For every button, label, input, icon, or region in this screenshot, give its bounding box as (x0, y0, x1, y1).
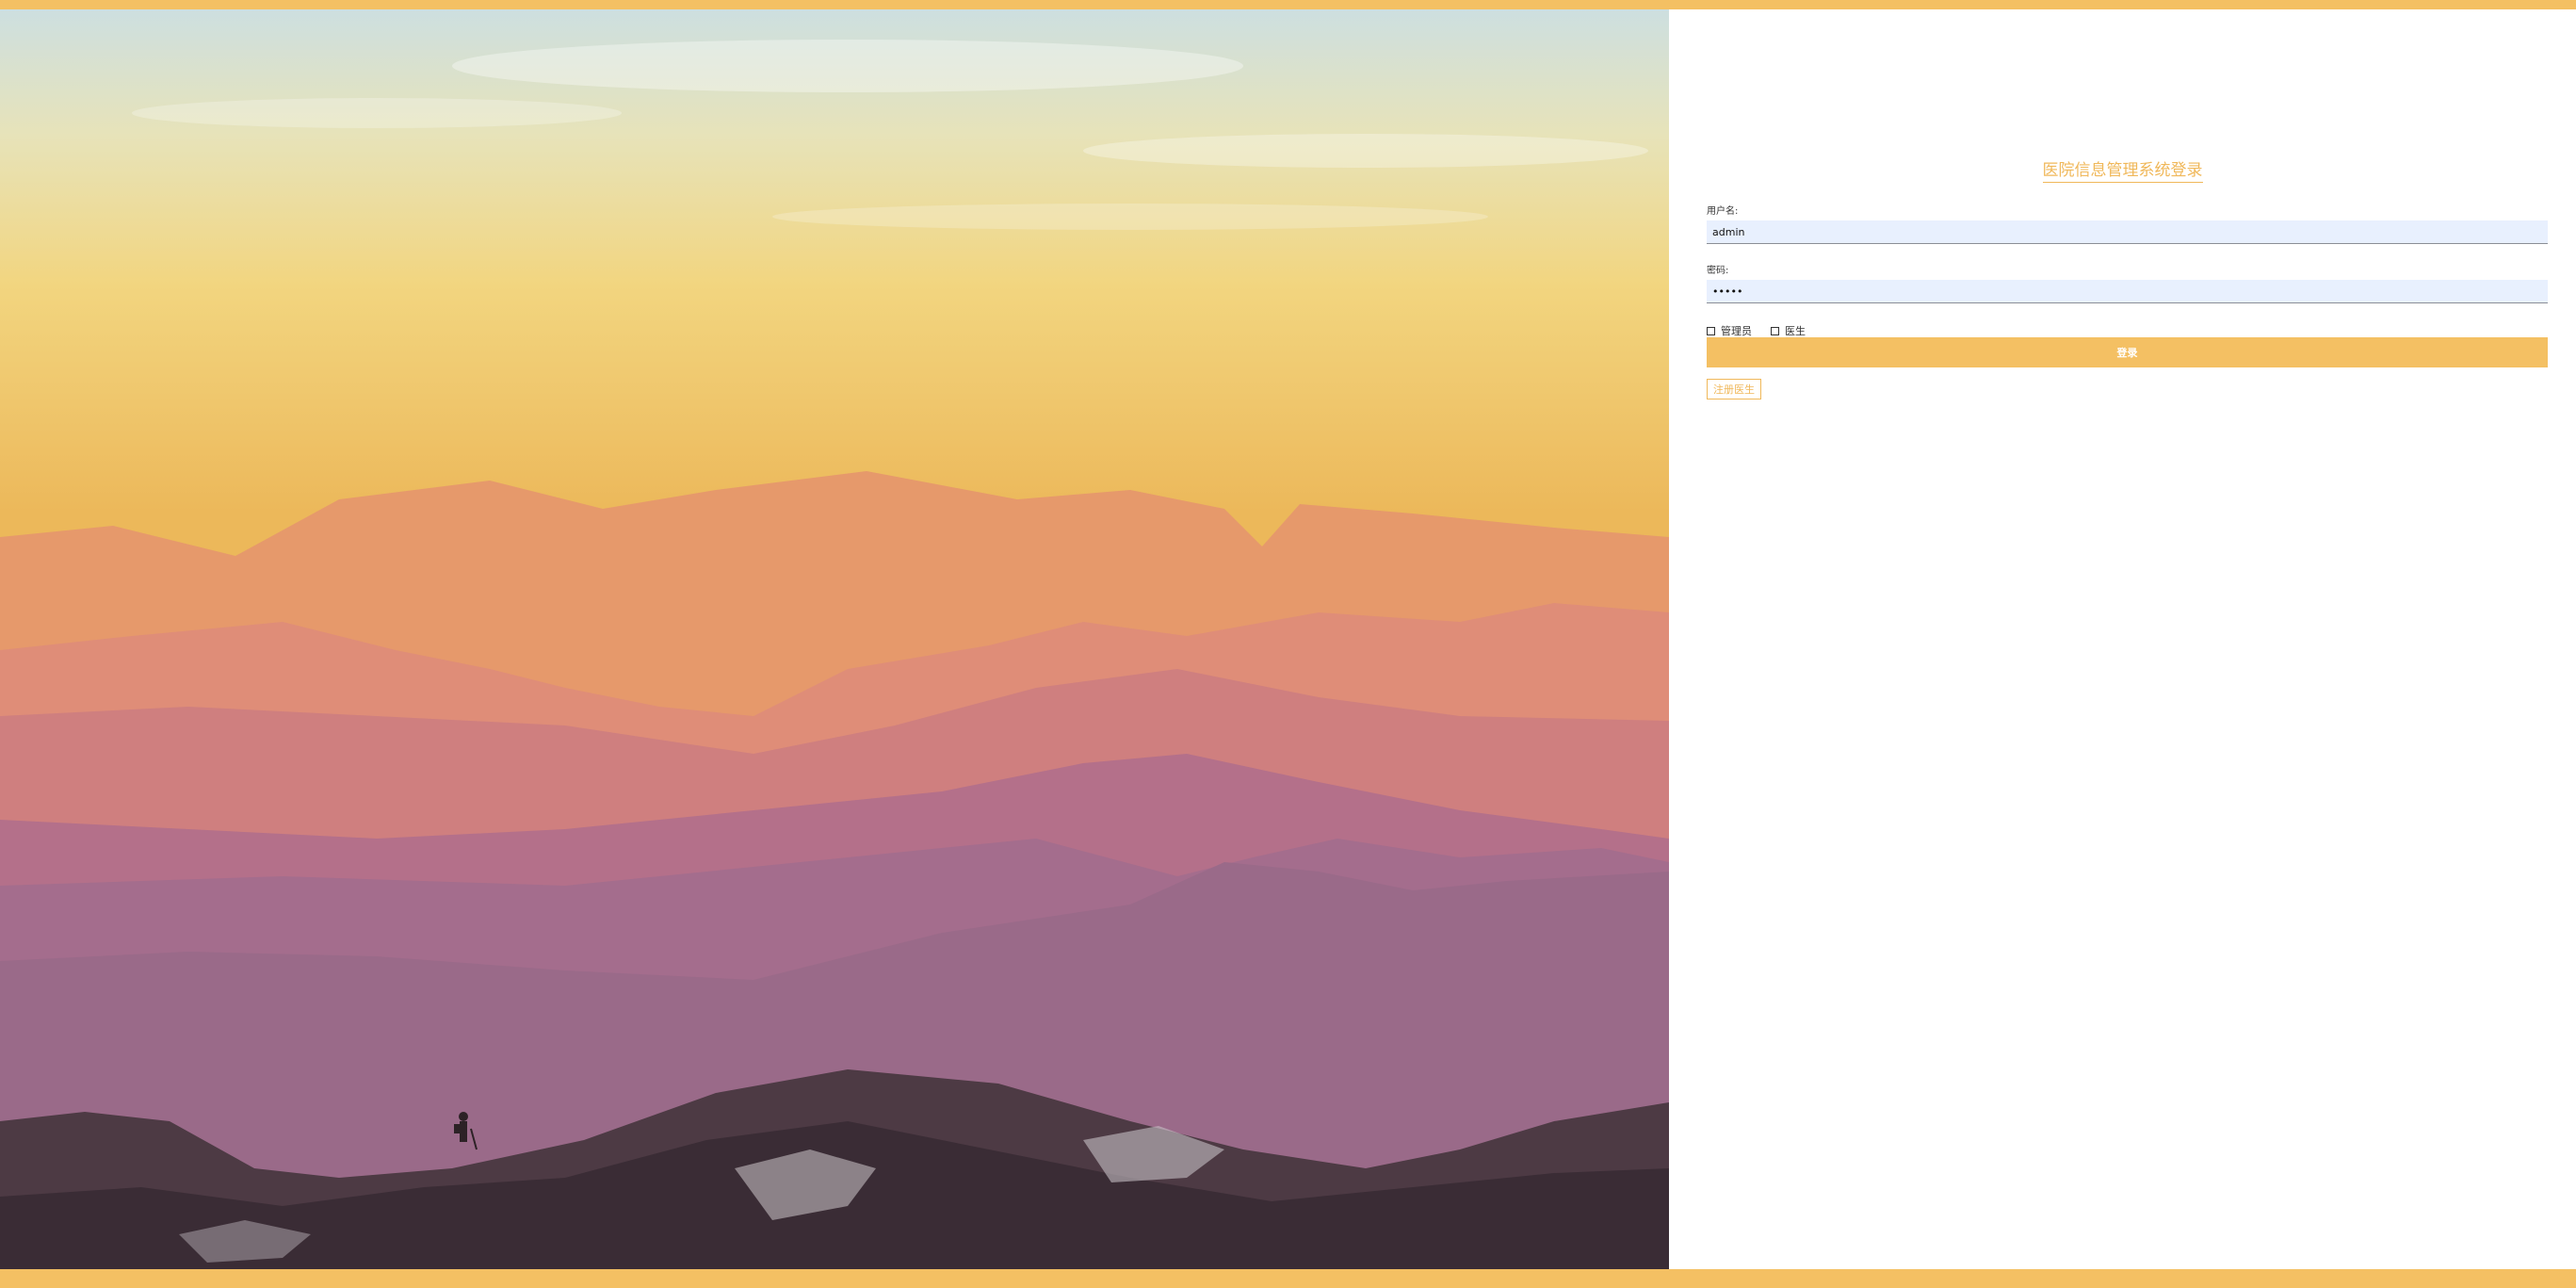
username-label: 用户名: (1707, 206, 1739, 217)
login-title-text: 医院信息管理系统登录 (2042, 156, 2203, 183)
role-selector: 管理员 医生 (1707, 323, 1824, 338)
username-input[interactable] (1707, 220, 2548, 244)
role-option-admin[interactable]: 管理员 (1707, 323, 1752, 338)
mountain-landscape-illustration (0, 9, 1669, 1269)
doctor-label: 医生 (1785, 325, 1806, 337)
page-frame: 医院信息管理系统登录 用户名: 密码: 管理员 医生 登录 注册医生 (0, 9, 2576, 1269)
login-title: 医院信息管理系统登录 (1669, 156, 2576, 183)
admin-label: 管理员 (1721, 325, 1752, 337)
password-label: 密码: (1707, 266, 1729, 276)
register-doctor-link[interactable]: 注册医生 (1707, 379, 1761, 399)
role-option-doctor[interactable]: 医生 (1771, 323, 1806, 338)
hero-image (0, 9, 1669, 1269)
password-input[interactable] (1707, 280, 2548, 303)
admin-checkbox[interactable] (1707, 326, 1715, 335)
login-panel: 医院信息管理系统登录 用户名: 密码: 管理员 医生 登录 注册医生 (1669, 9, 2576, 1269)
login-button[interactable]: 登录 (1707, 337, 2548, 367)
doctor-checkbox[interactable] (1771, 326, 1779, 335)
